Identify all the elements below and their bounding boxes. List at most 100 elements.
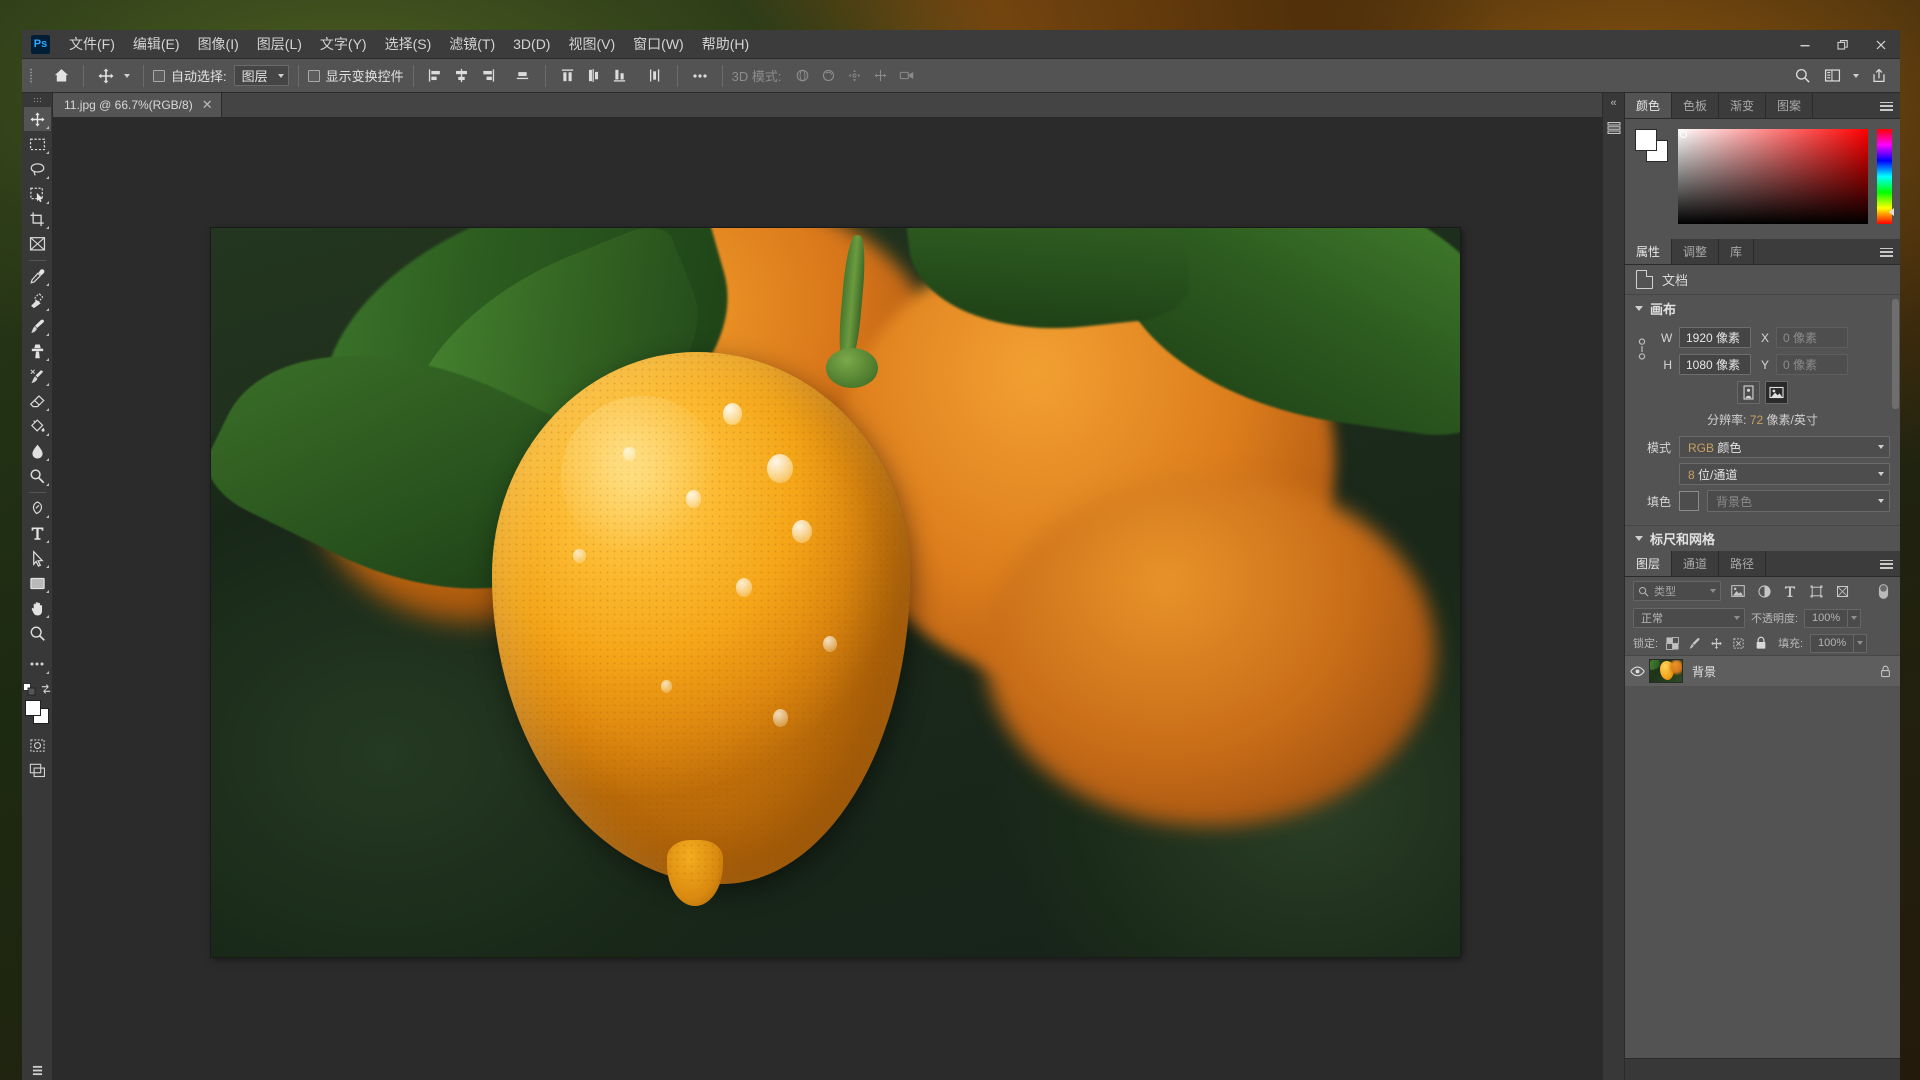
document-tab[interactable]: 11.jpg @ 66.7%(RGB/8) ✕ bbox=[53, 92, 222, 117]
align-left-icon[interactable] bbox=[423, 64, 449, 88]
color-panel-swatches[interactable] bbox=[1635, 129, 1669, 163]
lock-all-icon[interactable] bbox=[1753, 636, 1768, 651]
move-tool-icon[interactable] bbox=[93, 64, 119, 88]
spot-healing-tool[interactable] bbox=[24, 289, 51, 313]
edit-toolbar-button[interactable] bbox=[24, 652, 51, 676]
clone-stamp-tool[interactable] bbox=[24, 339, 51, 363]
bit-depth-dropdown[interactable]: 8 位/通道 bbox=[1679, 463, 1890, 485]
panel-menu-icon[interactable] bbox=[1880, 93, 1893, 119]
tab-paths[interactable]: 路径 bbox=[1719, 551, 1767, 576]
tab-properties[interactable]: 属性 bbox=[1625, 239, 1673, 264]
distribute-bottom-icon[interactable] bbox=[607, 64, 633, 88]
path-selection-tool[interactable] bbox=[24, 546, 51, 570]
menu-image[interactable]: 图像(I) bbox=[189, 33, 248, 55]
filter-toggle-icon[interactable] bbox=[1874, 582, 1892, 600]
menu-type[interactable]: 文字(Y) bbox=[311, 33, 376, 55]
toolbar-grip[interactable] bbox=[31, 95, 43, 105]
dodge-tool[interactable] bbox=[24, 464, 51, 488]
tab-libraries[interactable]: 库 bbox=[1719, 239, 1755, 264]
image-canvas[interactable] bbox=[211, 228, 1460, 957]
more-options-icon[interactable] bbox=[687, 64, 713, 88]
auto-select-checkbox[interactable] bbox=[153, 69, 165, 82]
options-bar-grip[interactable] bbox=[28, 67, 38, 85]
fill-source-dropdown[interactable]: 背景色 bbox=[1707, 490, 1890, 512]
landscape-orientation-icon[interactable] bbox=[1765, 381, 1788, 404]
lock-artboard-icon[interactable] bbox=[1731, 636, 1746, 651]
distribute-horizontal-icon[interactable] bbox=[642, 64, 668, 88]
canvas-x-input[interactable]: 0 像素 bbox=[1776, 327, 1848, 348]
swap-colors-icon[interactable] bbox=[40, 683, 52, 695]
tab-gradients[interactable]: 渐变 bbox=[1719, 93, 1767, 118]
close-button[interactable] bbox=[1862, 30, 1900, 59]
filter-pixel-icon[interactable] bbox=[1729, 582, 1747, 600]
layer-visibility-toggle[interactable] bbox=[1625, 666, 1649, 677]
filter-smart-object-icon[interactable] bbox=[1833, 582, 1851, 600]
lock-transparent-pixels-icon[interactable] bbox=[1665, 636, 1680, 651]
filter-type-icon[interactable] bbox=[1781, 582, 1799, 600]
hue-slider[interactable] bbox=[1877, 129, 1894, 224]
color-mode-dropdown[interactable]: RGB 颜色 bbox=[1679, 436, 1890, 458]
restore-button[interactable] bbox=[1824, 30, 1862, 59]
canvas-section-header[interactable]: 画布 bbox=[1625, 295, 1900, 321]
color-spectrum-field[interactable] bbox=[1678, 129, 1868, 224]
lasso-tool[interactable] bbox=[24, 157, 51, 181]
filter-adjustment-icon[interactable] bbox=[1755, 582, 1773, 600]
frame-tool[interactable] bbox=[24, 232, 51, 256]
auto-select-scope-dropdown[interactable]: 图层 bbox=[233, 65, 289, 86]
eyedropper-tool[interactable] bbox=[24, 264, 51, 288]
link-chain-icon[interactable] bbox=[1637, 337, 1647, 363]
properties-scrollbar-thumb[interactable] bbox=[1892, 299, 1899, 409]
tab-layers[interactable]: 图层 bbox=[1625, 551, 1673, 576]
default-colors-icon[interactable] bbox=[22, 682, 36, 696]
tool-preset-chevron-icon[interactable] bbox=[119, 64, 134, 88]
menu-3d[interactable]: 3D(D) bbox=[504, 33, 559, 55]
zoom-tool[interactable] bbox=[24, 621, 51, 645]
search-icon[interactable] bbox=[1789, 64, 1815, 88]
distribute-center-vertical-icon[interactable] bbox=[581, 64, 607, 88]
distribute-top-icon[interactable] bbox=[555, 64, 581, 88]
show-transform-checkbox[interactable] bbox=[307, 69, 320, 82]
share-icon[interactable] bbox=[1866, 64, 1892, 88]
pen-tool[interactable] bbox=[24, 496, 51, 520]
portrait-orientation-icon[interactable] bbox=[1737, 381, 1760, 404]
move-tool[interactable] bbox=[23, 107, 51, 131]
quick-select-tool[interactable] bbox=[24, 182, 51, 206]
canvas-height-input[interactable]: 1080 像素 bbox=[1679, 354, 1751, 375]
shape-tool[interactable] bbox=[24, 571, 51, 595]
history-brush-tool[interactable] bbox=[24, 364, 51, 388]
hand-tool[interactable] bbox=[24, 596, 51, 620]
blur-tool[interactable] bbox=[24, 439, 51, 463]
arrange-chevron-icon[interactable] bbox=[1849, 64, 1862, 88]
menu-window[interactable]: 窗口(W) bbox=[624, 33, 693, 55]
menu-select[interactable]: 选择(S) bbox=[376, 33, 441, 55]
menu-edit[interactable]: 编辑(E) bbox=[124, 33, 189, 55]
brush-tool[interactable] bbox=[24, 314, 51, 338]
menu-help[interactable]: 帮助(H) bbox=[693, 33, 758, 55]
layer-filter-dropdown[interactable]: 类型 bbox=[1633, 581, 1721, 601]
home-icon[interactable] bbox=[48, 64, 74, 88]
blend-mode-dropdown[interactable]: 正常 bbox=[1633, 608, 1745, 628]
align-right-icon[interactable] bbox=[475, 64, 501, 88]
tab-adjustments[interactable]: 调整 bbox=[1672, 239, 1720, 264]
fill-slider-toggle[interactable] bbox=[1854, 633, 1868, 653]
minimize-button[interactable] bbox=[1786, 30, 1824, 59]
tab-swatches[interactable]: 色板 bbox=[1672, 93, 1720, 118]
color-panel-foreground-swatch[interactable] bbox=[1635, 129, 1657, 151]
collapse-panels-icon[interactable]: « bbox=[1610, 97, 1616, 109]
canvas-width-input[interactable]: 1920 像素 bbox=[1679, 327, 1751, 348]
tab-color[interactable]: 颜色 bbox=[1625, 93, 1673, 118]
align-top-edges-icon[interactable] bbox=[510, 64, 536, 88]
show-transform-checkbox-group[interactable]: 显示变换控件 bbox=[307, 66, 404, 85]
opacity-input[interactable]: 100% bbox=[1804, 608, 1849, 628]
quick-mask-button[interactable] bbox=[24, 733, 51, 757]
fill-color-swatch[interactable] bbox=[1679, 491, 1699, 511]
canvas-y-input[interactable]: 0 像素 bbox=[1776, 354, 1848, 375]
rulers-section-header[interactable]: 标尺和网格 bbox=[1625, 525, 1900, 551]
eraser-tool[interactable] bbox=[24, 389, 51, 413]
align-center-horizontal-icon[interactable] bbox=[449, 64, 475, 88]
menu-filter[interactable]: 滤镜(T) bbox=[440, 33, 504, 55]
filter-shape-icon[interactable] bbox=[1807, 582, 1825, 600]
lock-image-pixels-icon[interactable] bbox=[1687, 636, 1702, 651]
lock-position-icon[interactable] bbox=[1709, 636, 1724, 651]
close-icon[interactable]: ✕ bbox=[202, 98, 213, 111]
